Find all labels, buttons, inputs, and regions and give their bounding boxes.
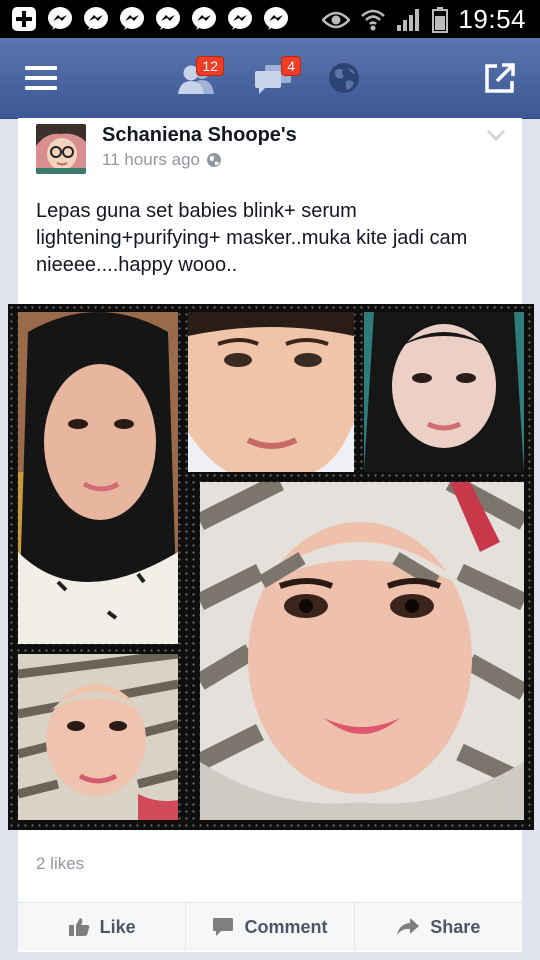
wifi-icon [360, 7, 386, 33]
messenger-icon [46, 5, 74, 33]
post-options-button[interactable] [486, 128, 506, 147]
like-button[interactable]: Like [18, 903, 187, 951]
comment-button[interactable]: Comment [186, 903, 355, 951]
avatar[interactable] [36, 124, 86, 174]
messages-badge: 4 [281, 56, 301, 76]
notifications-button[interactable] [318, 52, 370, 104]
share-out-icon [485, 63, 515, 93]
post-time[interactable]: 11 hours ago [102, 150, 200, 170]
share-label: Share [430, 916, 481, 937]
post-author[interactable]: Schaniena Shoope's [102, 124, 297, 147]
messages-button[interactable]: 4 [247, 52, 301, 104]
messenger-icon [190, 5, 218, 33]
battery-icon [432, 6, 449, 33]
like-label: Like [99, 916, 136, 937]
clock: 19:54 [458, 4, 526, 34]
post-text: Lepas guna set babies blink+ serum light… [36, 200, 468, 276]
friend-requests-badge: 12 [196, 56, 224, 76]
chevron-down-icon [486, 129, 506, 142]
messenger-icon [262, 5, 290, 33]
publisher-button[interactable] [474, 52, 526, 104]
globe-icon [329, 63, 359, 93]
thumbs-up-icon [68, 917, 90, 937]
eye-icon [322, 10, 351, 30]
messenger-icon [154, 5, 182, 33]
status-bar: 19:54 [0, 0, 540, 38]
hamburger-menu-icon [25, 66, 57, 90]
post-card: Schaniena Shoope's 11 hours ago Lepas gu… [8, 118, 534, 952]
messenger-icon [118, 5, 146, 33]
menu-button[interactable] [15, 52, 67, 104]
signal-icon [396, 8, 422, 32]
friend-requests-button[interactable]: 12 [170, 52, 224, 104]
share-button[interactable]: Share [355, 903, 522, 951]
messenger-icon [82, 5, 110, 33]
collage-photo[interactable] [188, 312, 354, 472]
photo-collage[interactable] [8, 304, 534, 830]
collage-photo[interactable] [200, 482, 524, 820]
notification-icons [10, 5, 298, 33]
share-arrow-icon [396, 917, 420, 937]
collage-photo[interactable] [18, 312, 178, 644]
likes-count[interactable]: 2 likes [36, 854, 84, 874]
plus-icon [10, 5, 38, 33]
comment-icon [212, 917, 234, 937]
facebook-nav-bar: 12 4 [0, 38, 540, 119]
public-audience-icon [206, 152, 222, 168]
messenger-icon [226, 5, 254, 33]
post-actions: Like Comment Share [18, 902, 522, 951]
comment-label: Comment [244, 916, 328, 937]
post-meta: 11 hours ago [102, 150, 222, 170]
collage-photo[interactable] [18, 654, 178, 820]
collage-photo[interactable] [364, 312, 524, 472]
